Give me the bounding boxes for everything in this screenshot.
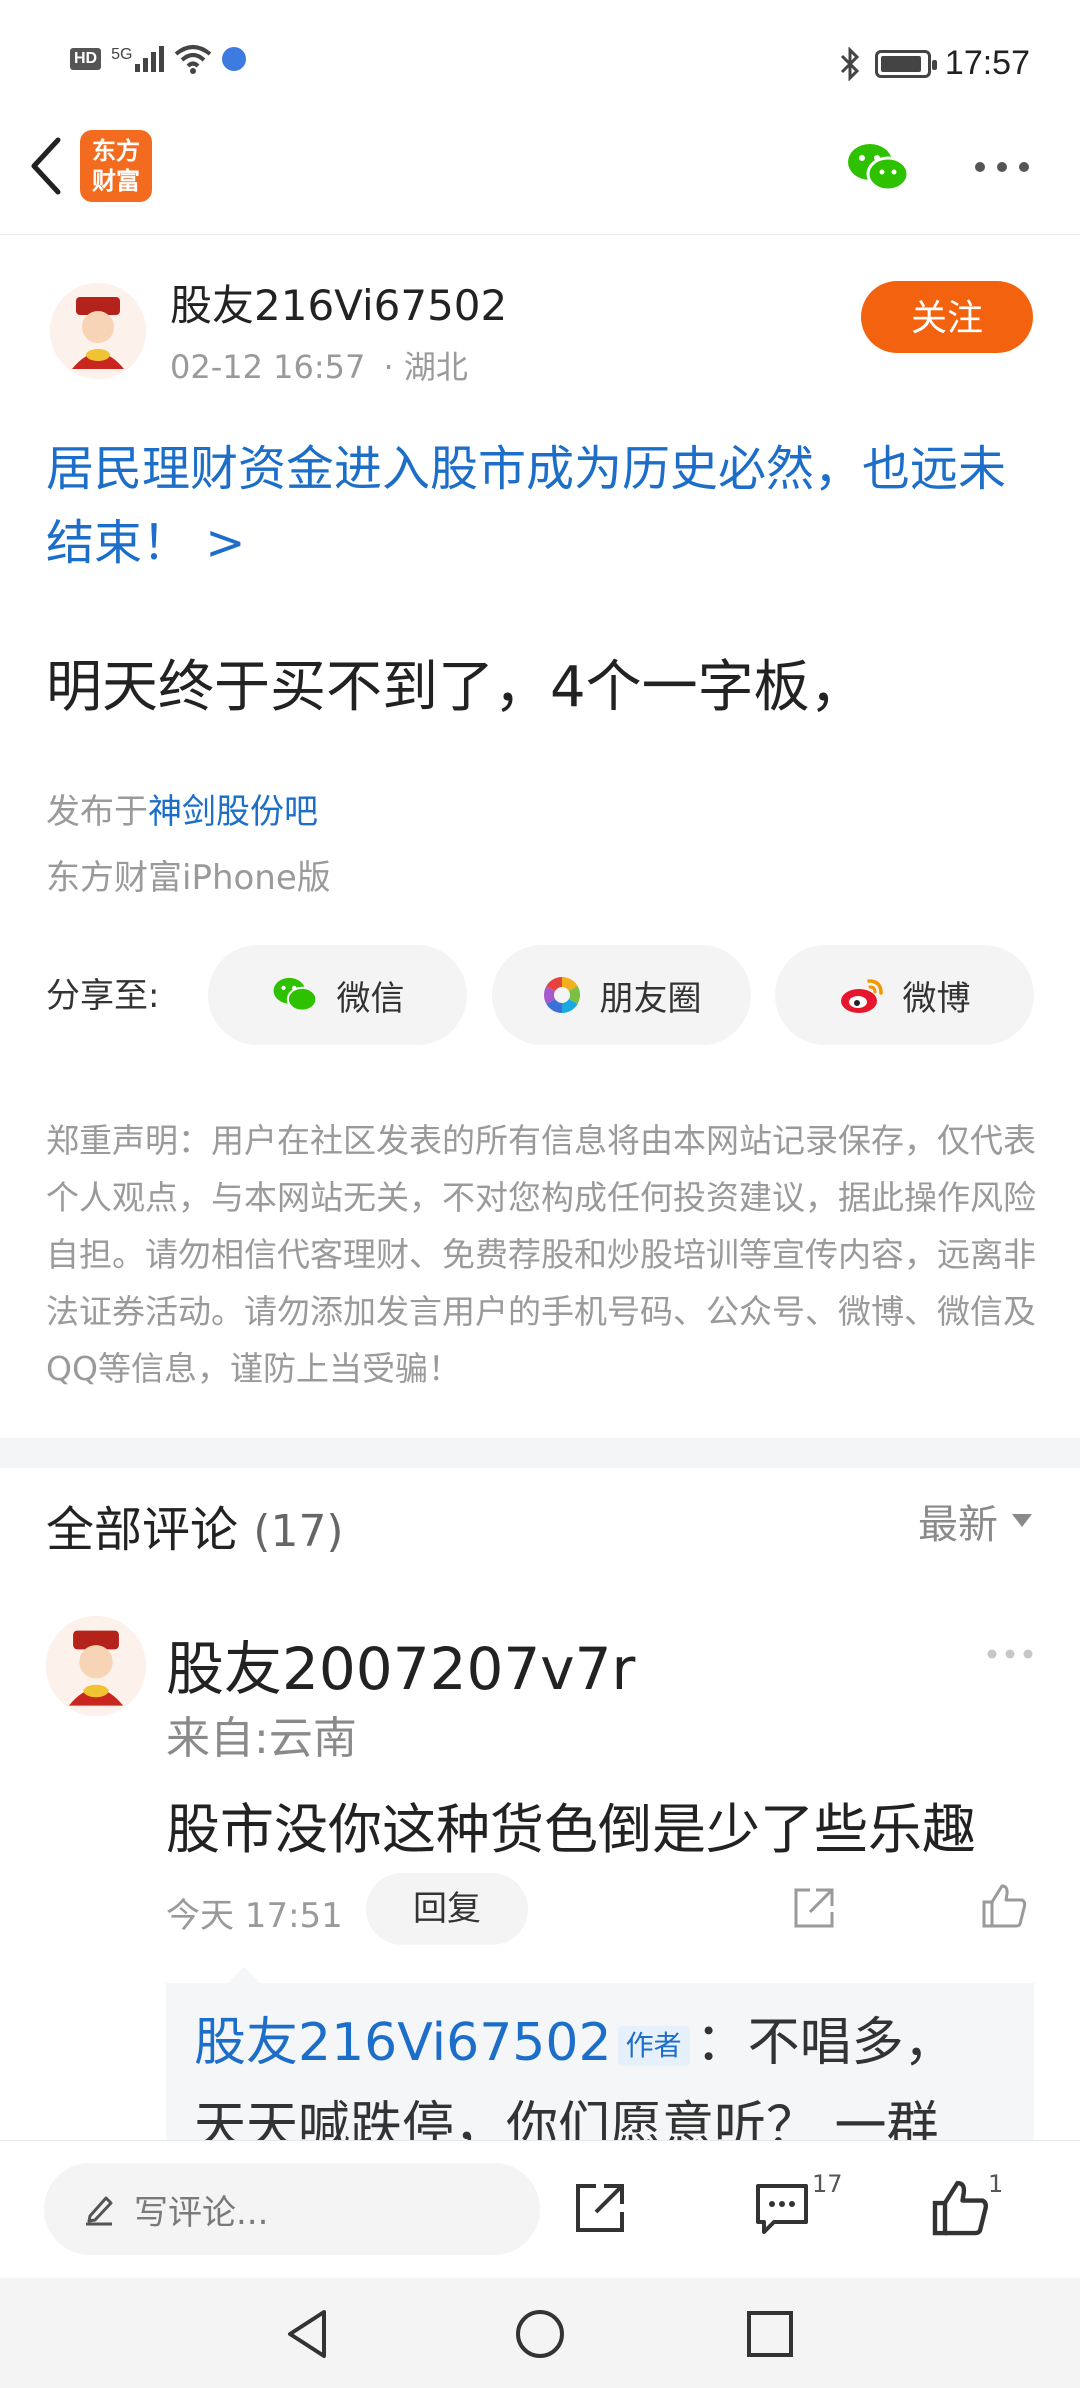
nav-back-icon[interactable] xyxy=(284,2308,330,2360)
comment-bubble-icon xyxy=(756,2184,808,2234)
comment-count-badge: 17 xyxy=(812,2170,843,2198)
status-left-icons: HD 5G xyxy=(70,44,247,74)
share-weibo-label: 微博 xyxy=(902,978,971,1019)
commenter-name[interactable]: 股友2007207v7r xyxy=(166,1622,635,1706)
status-right-icons: 17:57 xyxy=(839,44,1030,83)
pencil-icon xyxy=(86,2196,113,2226)
eastmoney-logo[interactable]: 东方 财富 xyxy=(80,130,152,202)
comment-text: 股市没你这种货色倒是少了些乐趣 xyxy=(166,1798,976,1861)
topic-link[interactable]: 居民理财资金进入股市成为历史必然，也远未结束！ > xyxy=(46,432,1036,580)
share-wechat-button[interactable]: 微信 xyxy=(208,945,467,1045)
bar-link[interactable]: 神剑股份吧 xyxy=(148,792,318,832)
top-nav: 东方 财富 xyxy=(0,130,1080,235)
sub-reply-user[interactable]: 股友216Vi67502 xyxy=(194,2013,612,2073)
sub-reply[interactable]: 股友216Vi67502 作者 ：不唱多，天天喊跌停，你们愿意听？ 一群 xyxy=(166,1983,1034,2143)
write-comment-input[interactable]: 写评论... xyxy=(44,2163,540,2255)
reply-caret xyxy=(228,1967,260,1983)
sort-dropdown[interactable]: 最新 xyxy=(918,1492,1032,1550)
commenter-avatar[interactable] xyxy=(46,1616,146,1716)
sort-label: 最新 xyxy=(918,1502,998,1548)
logo-line-2: 财富 xyxy=(92,167,140,195)
nav-home-icon[interactable] xyxy=(514,2308,566,2360)
author-avatar[interactable] xyxy=(50,283,146,379)
forward-icon[interactable] xyxy=(572,2180,628,2236)
post-body: 明天终于买不到了，4个一字板， xyxy=(46,655,866,720)
share-moments-label: 朋友圈 xyxy=(599,978,702,1019)
thumbs-up-icon[interactable] xyxy=(980,1882,1028,1930)
client-source: 东方财富iPhone版 xyxy=(46,858,331,898)
follow-button[interactable]: 关注 xyxy=(861,281,1033,353)
wifi-icon xyxy=(175,45,212,74)
author-badge: 作者 xyxy=(617,2026,690,2066)
5g-signal-icon: 5G xyxy=(111,46,165,72)
post-date: 02-12 16:57 xyxy=(170,348,366,386)
hd-icon: HD xyxy=(70,48,102,70)
share-wechat-label: 微信 xyxy=(336,978,405,1019)
comments-header: 全部评论 (17) xyxy=(46,1490,344,1560)
disclaimer: 郑重声明：用户在社区发表的所有信息将由本网站记录保存，仅代表个人观点，与本网站无… xyxy=(46,1121,1036,1388)
share-out-icon[interactable] xyxy=(792,1886,836,1930)
wechat-icon xyxy=(273,977,317,1012)
comment-count-button[interactable] xyxy=(752,2178,812,2242)
like-count-badge: 1 xyxy=(988,2170,1004,2198)
share-moments-button[interactable]: 朋友圈 xyxy=(492,945,751,1045)
god-of-wealth-avatar-icon xyxy=(46,1616,146,1716)
published-prefix: 发布于 xyxy=(46,792,148,832)
post-meta: 02-12 16:57 · 湖北 xyxy=(170,342,468,388)
back-arrow-icon[interactable] xyxy=(26,136,66,196)
clock: 17:57 xyxy=(944,44,1030,82)
bluetooth-icon xyxy=(840,46,860,81)
network-type-label: 5G xyxy=(111,46,133,63)
like-button[interactable] xyxy=(930,2178,990,2242)
comment-more-icon[interactable] xyxy=(986,1648,1034,1660)
reply-button[interactable]: 回复 xyxy=(366,1873,528,1945)
weibo-icon xyxy=(840,979,883,1013)
comments-count: (17) xyxy=(253,1506,344,1557)
nav-recents-icon[interactable] xyxy=(746,2310,794,2358)
commenter-location: 来自:云南 xyxy=(166,1713,357,1764)
comments-title: 全部评论 xyxy=(46,1502,239,1558)
status-bar: HD 5G 17:57 xyxy=(0,0,1080,130)
section-divider xyxy=(0,1438,1080,1468)
more-menu-icon[interactable] xyxy=(974,160,1030,174)
battery-icon xyxy=(874,49,937,78)
author-name[interactable]: 股友216Vi67502 xyxy=(170,272,507,333)
comment-time: 今天 17:51 xyxy=(166,1896,343,1936)
post-location: · 湖北 xyxy=(383,348,468,386)
triangle-down-icon xyxy=(1012,1514,1032,1527)
logo-line-1: 东方 xyxy=(92,137,140,165)
system-nav-bar xyxy=(0,2278,1080,2388)
moments-icon xyxy=(543,977,580,1013)
wechat-share-icon[interactable] xyxy=(846,140,910,196)
god-of-wealth-avatar-icon xyxy=(50,283,146,379)
write-comment-placeholder: 写评论... xyxy=(134,2192,269,2233)
share-label: 分享至: xyxy=(46,976,160,1016)
vpn-icon xyxy=(222,47,247,71)
published-in: 发布于神剑股份吧 xyxy=(46,784,318,833)
share-weibo-button[interactable]: 微博 xyxy=(775,945,1034,1045)
thumbs-up-icon xyxy=(932,2180,989,2236)
